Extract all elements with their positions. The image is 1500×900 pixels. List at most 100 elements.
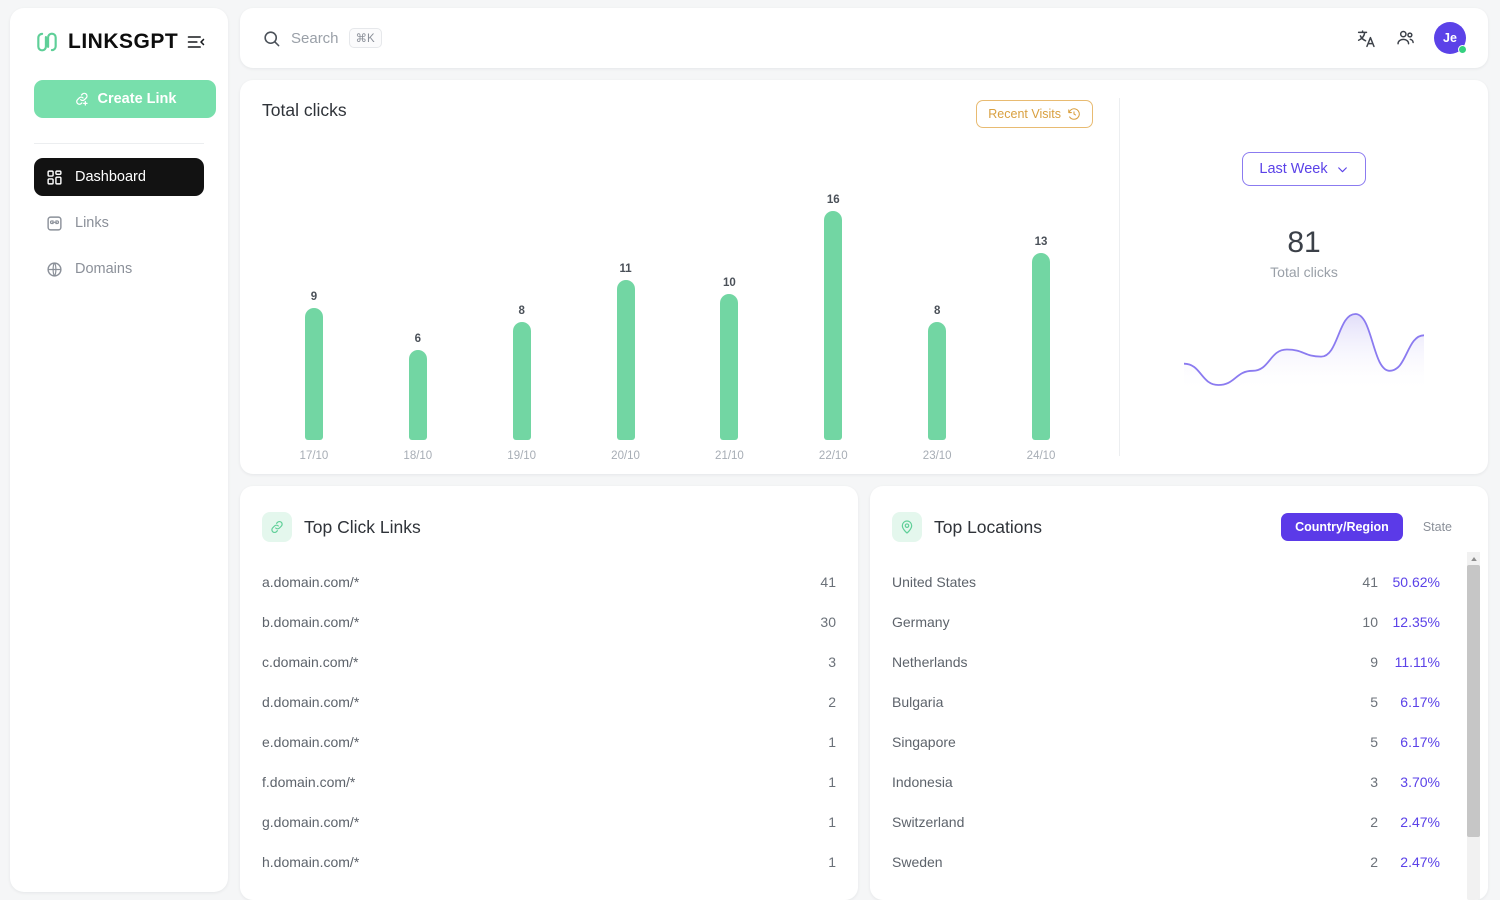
x-axis-tick: 20/10	[574, 450, 678, 462]
bar[interactable]	[617, 280, 635, 440]
bar[interactable]	[824, 211, 842, 440]
total-clicks-label: Total clicks	[1270, 264, 1338, 280]
bar-chart: 9 6 8 11 10 16 8 13	[262, 140, 1093, 440]
bar-column[interactable]: 9	[262, 140, 366, 440]
topbar-actions: Je	[1356, 22, 1466, 54]
bar-column[interactable]: 11	[574, 140, 678, 440]
table-row[interactable]: f.domain.com/*1	[262, 762, 836, 802]
sidebar-item-domains[interactable]: Domains	[34, 250, 204, 288]
bar-value-label: 13	[1035, 236, 1048, 248]
status-dot	[1458, 45, 1467, 54]
row-count: 5	[1334, 694, 1378, 710]
vertical-scrollbar[interactable]	[1467, 552, 1480, 900]
bar[interactable]	[513, 322, 531, 440]
row-count: 30	[792, 614, 836, 630]
sidebar: LINKSGPT Create Link	[10, 8, 228, 892]
scroll-up-icon[interactable]	[1467, 552, 1480, 565]
table-row[interactable]: Germany1012.35%	[892, 602, 1440, 642]
create-link-label: Create Link	[98, 91, 177, 107]
chain-link-icon	[34, 29, 60, 55]
sidebar-item-links[interactable]: Links	[34, 204, 204, 242]
collapse-sidebar-icon[interactable]	[186, 31, 206, 53]
sidebar-item-dashboard[interactable]: Dashboard	[34, 158, 204, 196]
link-icon	[262, 512, 292, 542]
panel-header: Top Locations Country/Region State	[892, 504, 1466, 550]
bar-value-label: 10	[723, 277, 736, 289]
row-label: d.domain.com/*	[262, 694, 792, 710]
row-percent: 6.17%	[1378, 734, 1440, 750]
brand-name: LINKSGPT	[68, 30, 178, 54]
bar-column[interactable]: 8	[885, 140, 989, 440]
bar[interactable]	[1032, 253, 1050, 440]
avatar[interactable]: Je	[1434, 22, 1466, 54]
table-row[interactable]: Bulgaria56.17%	[892, 682, 1440, 722]
globe-icon	[46, 261, 63, 278]
sparkline-chart	[1184, 298, 1424, 393]
bar-value-label: 8	[518, 305, 524, 317]
chart-header: Total clicks Recent Visits	[262, 100, 1093, 128]
row-count: 1	[792, 734, 836, 750]
bar-column[interactable]: 6	[366, 140, 470, 440]
table-row[interactable]: g.domain.com/*1	[262, 802, 836, 842]
translate-language-icon[interactable]	[1356, 28, 1377, 49]
row-label: United States	[892, 574, 1334, 590]
bar-column[interactable]: 13	[989, 140, 1093, 440]
row-count: 1	[792, 854, 836, 870]
row-label: a.domain.com/*	[262, 574, 792, 590]
app-root: LINKSGPT Create Link	[0, 0, 1500, 900]
table-row[interactable]: a.domain.com/*41	[262, 562, 836, 602]
grid-dashboard-icon	[46, 169, 63, 186]
bar-value-label: 9	[311, 291, 317, 303]
x-axis-tick: 19/10	[470, 450, 574, 462]
row-label: Singapore	[892, 734, 1334, 750]
map-pin-icon	[892, 512, 922, 542]
table-row[interactable]: Switzerland22.47%	[892, 802, 1440, 842]
row-label: b.domain.com/*	[262, 614, 792, 630]
table-row[interactable]: Indonesia33.70%	[892, 762, 1440, 802]
search-input[interactable]: Search ⌘K	[262, 28, 382, 48]
x-axis-tick: 21/10	[678, 450, 782, 462]
row-count: 2	[1334, 854, 1378, 870]
users-group-icon[interactable]	[1395, 28, 1416, 49]
bar-column[interactable]: 16	[781, 140, 885, 440]
table-row[interactable]: b.domain.com/*30	[262, 602, 836, 642]
table-row[interactable]: Sweden22.47%	[892, 842, 1440, 882]
row-label: Germany	[892, 614, 1334, 630]
bar-series: 9 6 8 11 10 16 8 13	[262, 140, 1093, 440]
table-row[interactable]: d.domain.com/*2	[262, 682, 836, 722]
table-row[interactable]: h.domain.com/*1	[262, 842, 836, 882]
period-select[interactable]: Last Week	[1242, 152, 1365, 186]
bar-column[interactable]: 10	[678, 140, 782, 440]
bar-value-label: 16	[827, 194, 840, 206]
bar-column[interactable]: 8	[470, 140, 574, 440]
row-label: Sweden	[892, 854, 1334, 870]
bottom-row: Top Click Links a.domain.com/*41b.domain…	[240, 486, 1488, 900]
bar[interactable]	[409, 350, 427, 440]
recent-visits-button[interactable]: Recent Visits	[976, 100, 1093, 128]
create-link-button[interactable]: Create Link	[34, 80, 216, 118]
table-row[interactable]: Netherlands911.11%	[892, 642, 1440, 682]
row-label: g.domain.com/*	[262, 814, 792, 830]
row-label: e.domain.com/*	[262, 734, 792, 750]
table-row[interactable]: e.domain.com/*1	[262, 722, 836, 762]
top-locations-list: United States4150.62%Germany1012.35%Neth…	[892, 562, 1466, 882]
table-row[interactable]: Singapore56.17%	[892, 722, 1440, 762]
x-axis-tick: 18/10	[366, 450, 470, 462]
bar-value-label: 6	[415, 333, 421, 345]
row-count: 3	[1334, 774, 1378, 790]
top-locations-panel: Top Locations Country/Region State Unite…	[870, 486, 1488, 900]
row-count: 5	[1334, 734, 1378, 750]
bar[interactable]	[305, 308, 323, 440]
table-row[interactable]: c.domain.com/*3	[262, 642, 836, 682]
bar[interactable]	[928, 322, 946, 440]
table-row[interactable]: United States4150.62%	[892, 562, 1440, 602]
bar[interactable]	[720, 294, 738, 440]
x-axis-tick: 23/10	[885, 450, 989, 462]
tab-state[interactable]: State	[1409, 513, 1466, 541]
x-axis-tick: 17/10	[262, 450, 366, 462]
scrollbar-thumb[interactable]	[1467, 565, 1480, 837]
tab-country-region[interactable]: Country/Region	[1281, 513, 1403, 541]
row-count: 41	[792, 574, 836, 590]
total-clicks-value: 81	[1287, 226, 1320, 260]
top-links-list: a.domain.com/*41b.domain.com/*30c.domain…	[262, 562, 836, 882]
